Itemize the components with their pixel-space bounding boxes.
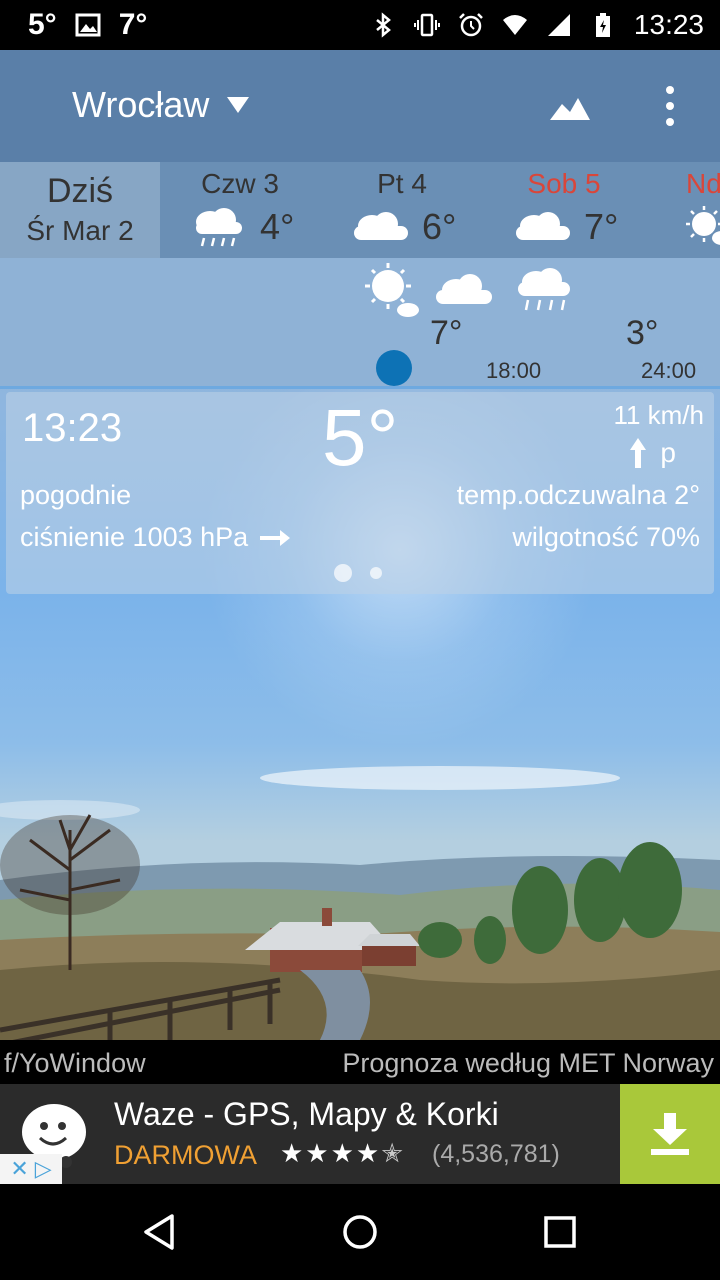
- day-today-date: Śr Mar 2: [26, 215, 134, 246]
- hourly-time: 18:00: [486, 358, 542, 383]
- wifi-icon: [502, 15, 527, 35]
- yowindow-link[interactable]: f/YoWindow: [4, 1048, 146, 1079]
- cloud-icon: [354, 212, 408, 240]
- page-indicator: [334, 564, 382, 582]
- adchoices-icon[interactable]: ▷: [35, 1156, 52, 1182]
- cloud-icon: [516, 212, 570, 240]
- pressure-text: ciśnienie 1003 hPa: [20, 522, 249, 552]
- page-dot: [370, 567, 382, 579]
- hourly-forecast: 7° 3° 18:00 24:00: [0, 258, 720, 388]
- day-temp: 6°: [422, 206, 457, 247]
- wind-direction: p: [628, 436, 676, 470]
- city-selector[interactable]: Wrocław: [72, 84, 250, 126]
- download-icon: [651, 1113, 689, 1155]
- chevron-down-icon: [227, 97, 250, 113]
- recents-icon[interactable]: [540, 1212, 580, 1252]
- battery-icon: [595, 13, 610, 37]
- timeline-bar: [0, 386, 720, 389]
- day-fri[interactable]: Pt 4 6°: [322, 162, 482, 258]
- signal-icon: [547, 14, 570, 36]
- close-icon[interactable]: ✕: [10, 1156, 28, 1182]
- app-bar: Wrocław: [0, 50, 720, 162]
- ad-banner[interactable]: Waze - GPS, Mapy & Korki DARMOWA ★★★★✭ (…: [0, 1084, 720, 1184]
- image-icon: [75, 13, 101, 37]
- sun-cloud-icon: [365, 263, 419, 317]
- day-name: Sob 5: [527, 168, 601, 199]
- landscape-illustration: [0, 766, 720, 1040]
- status-temp: 5°: [28, 8, 57, 41]
- navigation-bar: [0, 1184, 720, 1280]
- hourly-temp: 3°: [626, 314, 659, 352]
- day-today[interactable]: Dziś Śr Mar 2: [0, 162, 160, 258]
- time-slider-handle[interactable]: [376, 350, 412, 386]
- day-sat[interactable]: Sob 5 7°: [484, 162, 644, 258]
- rating-stars-icon: ★★★★✭: [280, 1138, 406, 1168]
- ad-price: DARMOWA: [114, 1140, 257, 1170]
- landscape-icon[interactable]: [548, 90, 592, 124]
- forecast-source[interactable]: Prognoza według MET Norway: [342, 1048, 714, 1079]
- hourly-temp: 7°: [430, 314, 463, 352]
- page-dot-active: [334, 564, 352, 582]
- download-button[interactable]: [620, 1084, 720, 1184]
- day-today-label: Dziś: [46, 172, 114, 210]
- day-thu[interactable]: Czw 3 4°: [160, 162, 320, 258]
- status-time: 13:23: [633, 9, 704, 40]
- ad-choices[interactable]: ✕ ▷: [0, 1154, 62, 1184]
- day-name: Nd: [686, 168, 720, 199]
- hourly-time: 24:00: [641, 358, 697, 383]
- humidity: wilgotność 70%: [512, 522, 700, 552]
- day-temp: 4°: [260, 206, 295, 247]
- city-name: Wrocław: [72, 84, 210, 125]
- home-icon[interactable]: [340, 1212, 380, 1252]
- arrow-right-icon: [260, 529, 291, 546]
- status-bar: 5° 7° 13:23: [0, 0, 720, 50]
- pressure: ciśnienie 1003 hPa: [20, 522, 292, 553]
- back-icon[interactable]: [140, 1212, 180, 1252]
- day-temp: 7°: [584, 206, 619, 247]
- feels-like: temp.odczuwalna 2°: [456, 480, 700, 510]
- weather-main: Wrocław Dziś Śr Mar 2 Czw 3 4° Pt 4 6° S…: [0, 50, 720, 1040]
- wind-speed: 11 km/h: [613, 400, 704, 430]
- day-name: Pt 4: [377, 168, 427, 199]
- ad-title: Waze - GPS, Mapy & Korki: [114, 1096, 499, 1132]
- current-temp: 5°: [322, 393, 399, 482]
- wind-direction-label: p: [660, 437, 676, 468]
- more-vert-icon[interactable]: [660, 86, 680, 126]
- day-name: Czw 3: [201, 168, 279, 199]
- rain-cloud-icon: [518, 268, 570, 311]
- condition-text: pogodnie: [20, 480, 132, 510]
- day-sun[interactable]: Nd: [646, 162, 720, 258]
- bluetooth-icon: [376, 12, 391, 38]
- daily-forecast: Dziś Śr Mar 2 Czw 3 4° Pt 4 6° Sob 5 7° …: [0, 162, 720, 258]
- status-temp-2: 7°: [118, 8, 148, 41]
- rain-cloud-icon: [196, 208, 242, 247]
- alarm-icon: [459, 13, 483, 37]
- current-time: 13:23: [22, 406, 123, 450]
- vibrate-icon: [413, 13, 440, 37]
- attribution-bar: f/YoWindow Prognoza według MET Norway: [0, 1040, 720, 1084]
- current-conditions-panel[interactable]: 13:23 5° 11 km/h p pogodnie ciśnienie 10…: [6, 392, 714, 594]
- ad-review-count: (4,536,781): [432, 1140, 560, 1168]
- sun-cloud-icon: [686, 206, 720, 245]
- arrow-up-icon: [630, 438, 647, 468]
